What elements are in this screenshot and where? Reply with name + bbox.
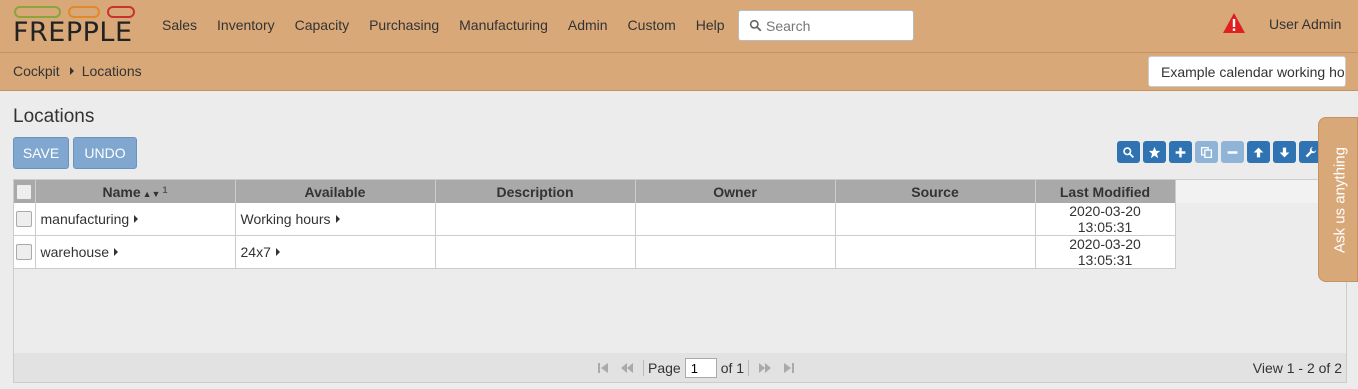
table-row[interactable]: manufacturing Working hours 2020-03-20 1…: [14, 203, 1176, 236]
column-header-name[interactable]: Name ▲▼ 1: [35, 180, 236, 203]
column-header-owner[interactable]: Owner: [635, 180, 836, 203]
pager-separator: [748, 360, 750, 376]
calendar-tooltip: Example calendar working hours: [1148, 56, 1346, 87]
pager-separator: [643, 360, 644, 376]
prev-page-icon[interactable]: [619, 360, 635, 376]
page-label: Page: [648, 360, 681, 376]
search-input[interactable]: [766, 17, 906, 34]
cell-source[interactable]: [835, 235, 1036, 269]
last-page-icon[interactable]: [781, 360, 797, 376]
menu-purchasing[interactable]: Purchasing: [359, 0, 449, 50]
cell-last-modified[interactable]: 2020-03-20 13:05:31: [1035, 235, 1176, 269]
table-row[interactable]: warehouse 24x7 2020-03-20 13:05:31: [14, 235, 1176, 269]
search-icon[interactable]: [1117, 141, 1140, 163]
caret-right-icon: [69, 67, 74, 75]
column-header-source[interactable]: Source: [835, 180, 1036, 203]
star-icon[interactable]: [1143, 141, 1166, 163]
feedback-tab[interactable]: Ask us anything: [1318, 117, 1358, 282]
arrow-down-icon[interactable]: [1273, 141, 1296, 163]
feedback-tab-label: Ask us anything: [1331, 147, 1349, 253]
menu-help[interactable]: Help: [686, 0, 735, 50]
search-box[interactable]: [738, 10, 914, 41]
grid-toolbar: [1117, 141, 1325, 163]
view-records-info: View 1 - 2 of 2: [1252, 360, 1342, 376]
cell-owner[interactable]: [635, 235, 836, 269]
logo-text: FREPPLE: [13, 17, 133, 48]
select-all-header[interactable]: [14, 180, 36, 203]
caret-right-icon[interactable]: [335, 215, 340, 223]
save-button[interactable]: SAVE: [13, 137, 69, 169]
caret-right-icon[interactable]: [114, 248, 118, 256]
search-icon: [749, 19, 762, 32]
undo-button[interactable]: UNDO: [73, 137, 137, 169]
cell-last-modified[interactable]: 2020-03-20 13:05:31: [1035, 203, 1176, 236]
grid-pager: Page of 1 View 1 - 2 of 2: [14, 353, 1346, 382]
sort-order: 1: [162, 184, 168, 195]
copy-icon[interactable]: [1195, 141, 1218, 163]
menu-admin[interactable]: Admin: [558, 0, 618, 50]
cell-description[interactable]: [435, 235, 636, 269]
plus-icon[interactable]: [1169, 141, 1192, 163]
row-checkbox[interactable]: [16, 211, 33, 227]
page-title: Locations: [13, 106, 95, 127]
caret-right-icon[interactable]: [275, 248, 280, 256]
cell-source[interactable]: [835, 203, 1036, 236]
locations-table: Name ▲▼ 1 Available Description Owner Sour…: [14, 180, 1176, 269]
first-page-icon[interactable]: [595, 360, 611, 376]
frepple-logo[interactable]: FREPPLE: [13, 6, 138, 48]
column-header-last-modified[interactable]: Last Modified: [1035, 180, 1176, 203]
cell-available[interactable]: 24x7: [235, 235, 436, 269]
minus-icon[interactable]: [1221, 141, 1244, 163]
page-number-input[interactable]: [684, 358, 717, 378]
select-all-checkbox[interactable]: [16, 183, 33, 200]
menu-inventory[interactable]: Inventory: [207, 0, 285, 50]
column-header-available[interactable]: Available: [235, 180, 436, 203]
menu-custom[interactable]: Custom: [618, 0, 686, 50]
breadcrumb: Cockpit Locations: [13, 63, 142, 79]
cell-name[interactable]: manufacturing: [35, 203, 236, 236]
main-menu: Sales Inventory Capacity Purchasing Manu…: [152, 0, 735, 50]
menu-sales[interactable]: Sales: [152, 0, 207, 50]
menu-manufacturing[interactable]: Manufacturing: [449, 0, 558, 50]
breadcrumb-cockpit[interactable]: Cockpit: [13, 63, 60, 79]
breadcrumb-locations[interactable]: Locations: [82, 63, 142, 79]
column-header-description[interactable]: Description: [435, 180, 636, 203]
arrow-up-icon[interactable]: [1247, 141, 1270, 163]
pager-nav: Page of 1: [591, 358, 801, 378]
cell-name[interactable]: warehouse: [35, 235, 236, 269]
menu-capacity[interactable]: Capacity: [285, 0, 359, 50]
caret-right-icon[interactable]: [134, 215, 139, 223]
cell-available[interactable]: Working hours: [235, 203, 436, 236]
cell-description[interactable]: [435, 203, 636, 236]
table-header-row: Name ▲▼ 1 Available Description Owner Sour…: [14, 180, 1176, 203]
locations-grid: Name ▲▼ 1 Available Description Owner Sour…: [13, 179, 1347, 383]
top-navbar: FREPPLE Sales Inventory Capacity Purchas…: [0, 0, 1358, 53]
next-page-icon[interactable]: [757, 360, 773, 376]
sort-icon: ▲▼: [142, 188, 161, 199]
cell-owner[interactable]: [635, 203, 836, 236]
user-menu[interactable]: User Admin: [1269, 16, 1341, 32]
row-checkbox[interactable]: [16, 244, 33, 260]
warning-icon[interactable]: [1222, 12, 1246, 34]
page-count: of 1: [720, 360, 745, 376]
